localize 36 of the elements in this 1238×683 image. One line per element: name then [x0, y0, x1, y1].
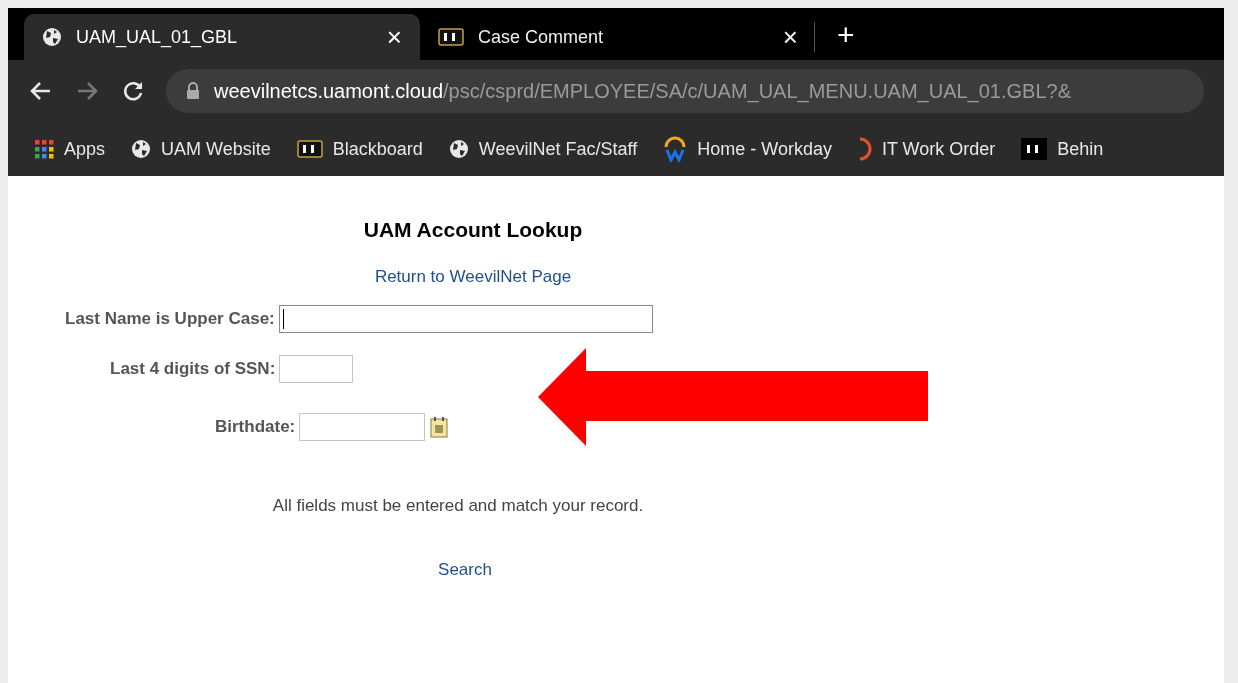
field-label: Last Name is Upper Case: — [65, 308, 275, 331]
instruction-text: All fields must be entered and match your record. — [272, 495, 644, 517]
calendar-icon[interactable] — [429, 415, 450, 439]
blackboard-icon — [296, 139, 323, 159]
tab-title: Case Comment — [478, 25, 605, 49]
blackboard-icon — [1021, 138, 1048, 160]
tab-close-button[interactable]: × — [782, 24, 798, 50]
bookmark-item[interactable]: IT Work Order — [857, 135, 996, 163]
ring-logo-icon — [857, 137, 872, 161]
apps-grid-icon — [34, 139, 54, 159]
globe-icon — [448, 139, 469, 159]
page-title: UAM Account Lookup — [363, 217, 583, 243]
input-field[interactable] — [278, 305, 653, 333]
input-field[interactable] — [279, 355, 354, 383]
return-link[interactable]: Return to WeevilNet Page — [374, 263, 572, 289]
search-link[interactable]: Search — [438, 556, 492, 582]
field-label: Birthdate: — [215, 416, 296, 439]
bookmark-item[interactable]: Behin — [1021, 135, 1104, 163]
bookmark-item[interactable]: UAM Website — [131, 135, 271, 163]
bookmark-item[interactable]: WeevilNet Fac/Staff — [448, 135, 638, 163]
globe-icon — [131, 139, 152, 159]
bookmark-item[interactable]: Blackboard — [296, 135, 423, 163]
input-field[interactable] — [299, 413, 426, 441]
globe-icon — [42, 27, 62, 47]
bookmark-item[interactable]: Home - Workday — [663, 135, 832, 163]
browser-tab[interactable]: UAM_UAL_01_GBL × — [24, 14, 420, 60]
tab-title: UAM_UAL_01_GBL — [76, 25, 239, 50]
url-text: weevilnetcs.uamont.cloud/psc/csprd/EMPLOYEE/SA/c/UAM_UAL_MENU.UAM_UAL_01.GBL?& — [214, 79, 1072, 105]
blackboard-icon — [438, 27, 464, 47]
field-label: Last 4 digits of SSN: — [110, 358, 276, 381]
address-bar[interactable]: weevilnetcs.uamont.cloud/psc/csprd/EMPLOYEE/SA/c/UAM_UAL_MENU.UAM_UAL_01.GBL?& — [166, 69, 1204, 113]
lock-icon — [186, 82, 200, 100]
new-tab-button[interactable]: + — [837, 20, 855, 50]
bookmark-item[interactable]: Apps — [34, 135, 106, 163]
workday-logo-icon — [663, 136, 688, 162]
tab-close-button[interactable]: × — [386, 24, 402, 50]
